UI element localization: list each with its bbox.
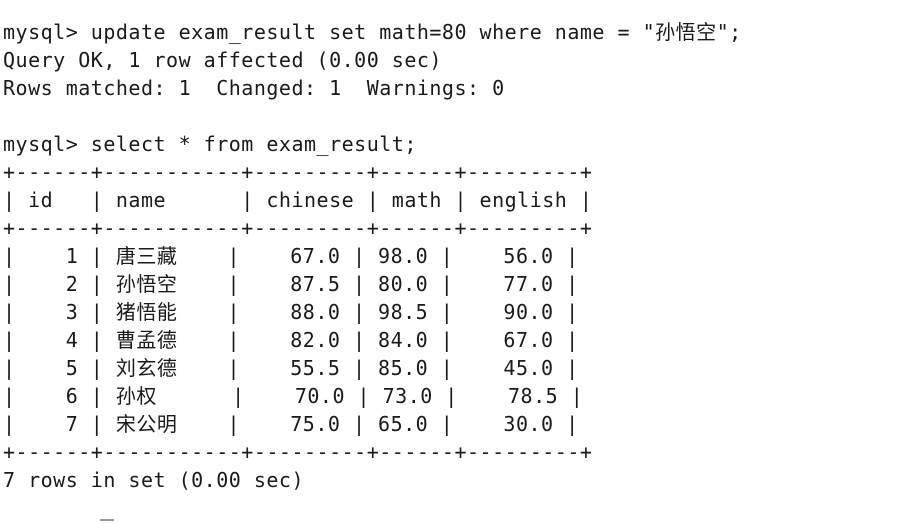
update-result: Query OK, 1 row affected (0.00 sec): [3, 48, 442, 72]
table-row: | 3 | 猪悟能 | 88.0 | 98.5 | 90.0 |: [3, 300, 579, 324]
table-border-header: +------+-----------+---------+------+---…: [3, 216, 593, 240]
result-summary: 7 rows in set (0.00 sec): [3, 468, 304, 492]
table-header-row: | id | name | chinese | math | english |: [3, 188, 593, 212]
terminal-window[interactable]: mysql> update exam_result set math=80 wh…: [0, 0, 908, 524]
table-row: | 4 | 曹孟德 | 82.0 | 84.0 | 67.0 |: [3, 328, 579, 352]
table-row: | 5 | 刘玄德 | 55.5 | 85.0 | 45.0 |: [3, 356, 579, 380]
table-border-bottom: +------+-----------+---------+------+---…: [3, 440, 593, 464]
table-row: | 6 | 孙权 | 70.0 | 73.0 | 78.5 |: [3, 384, 584, 408]
command-select: mysql> select * from exam_result;: [3, 132, 417, 156]
table-row: | 1 | 唐三藏 | 67.0 | 98.0 | 56.0 |: [3, 244, 579, 268]
table-border-top: +------+-----------+---------+------+---…: [3, 160, 593, 184]
update-stats: Rows matched: 1 Changed: 1 Warnings: 0: [3, 76, 505, 100]
table-row: | 7 | 宋公明 | 75.0 | 65.0 | 30.0 |: [3, 412, 579, 436]
text-cursor: [100, 519, 114, 521]
table-row: | 2 | 孙悟空 | 87.5 | 80.0 | 77.0 |: [3, 272, 579, 296]
command-update: mysql> update exam_result set math=80 wh…: [3, 20, 742, 44]
